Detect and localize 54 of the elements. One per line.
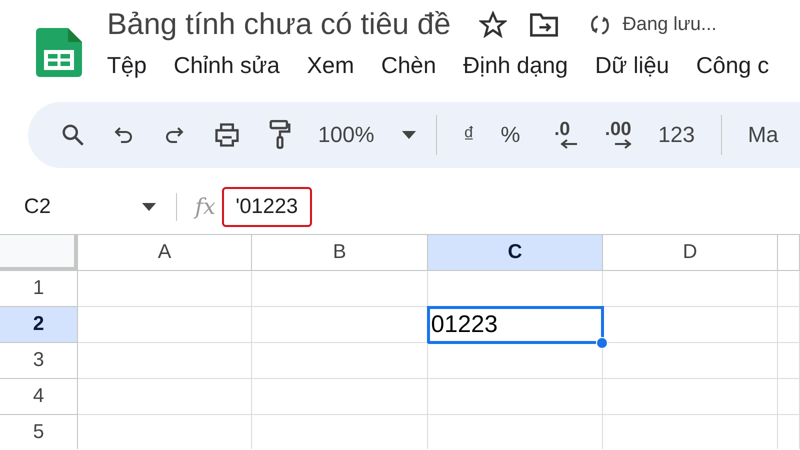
menu-item[interactable]: Định dạng (463, 52, 568, 79)
toolbar-button[interactable]: ₫ (463, 122, 475, 148)
row-header[interactable]: 3 (0, 343, 78, 379)
toolbar-button[interactable]: % (500, 122, 520, 148)
grid-cell[interactable] (603, 271, 778, 307)
grid-cell[interactable] (603, 379, 778, 415)
saving-status: Đang lưu... (622, 14, 717, 36)
grid-cell[interactable] (78, 343, 252, 379)
column-header[interactable]: D (603, 235, 778, 271)
grid-cell[interactable] (252, 343, 428, 379)
grid-cell[interactable] (78, 307, 252, 343)
zoom-dropdown[interactable]: 100% (318, 122, 416, 148)
menu-item[interactable]: Dữ liệu (594, 52, 670, 79)
function-label: fx (195, 194, 216, 220)
menu-item[interactable]: Chỉnh sửa (174, 52, 280, 79)
grid-cell[interactable] (778, 343, 800, 379)
right-arrow-icon (614, 139, 632, 149)
menu-item[interactable]: Xem (306, 52, 354, 79)
search-icon[interactable] (60, 122, 86, 148)
menu-item[interactable]: Tệp (107, 52, 147, 79)
caret-icon[interactable] (142, 203, 156, 211)
menu-item[interactable]: Công c (696, 52, 770, 79)
grid-cell[interactable] (778, 379, 800, 415)
left-arrow-icon (560, 139, 578, 149)
increase-decimal-button[interactable]: .00 (604, 121, 632, 149)
grid-cell[interactable] (603, 343, 778, 379)
sheets-logo-icon (36, 28, 82, 77)
fill-handle[interactable] (596, 337, 608, 349)
select-all-corner[interactable] (0, 235, 78, 271)
menu-item[interactable]: Chèn (381, 52, 436, 79)
grid-cell[interactable] (778, 271, 800, 307)
caret-icon (402, 131, 416, 139)
decrease-decimal-button[interactable]: .0 (546, 121, 578, 149)
formula-input[interactable]: '01223 (222, 187, 312, 227)
grid-cell[interactable] (252, 379, 428, 415)
row-header[interactable]: 2 (0, 307, 78, 343)
column-header[interactable]: C (428, 235, 603, 271)
name-box[interactable]: C2 (24, 195, 142, 219)
selected-cell[interactable]: 01223 (428, 307, 603, 343)
row-header[interactable]: 5 (0, 415, 78, 449)
toolbar-button[interactable]: 123 (658, 122, 695, 148)
toolbar-button[interactable]: Ma (748, 122, 778, 148)
column-header[interactable]: A (78, 235, 252, 271)
paint-roller-icon[interactable] (268, 120, 292, 150)
grid-cell[interactable] (78, 271, 252, 307)
grid-cell[interactable] (78, 379, 252, 415)
move-to-folder-icon[interactable] (528, 12, 559, 38)
document-title[interactable]: Bảng tính chưa có tiêu đề (107, 8, 451, 42)
column-header[interactable] (778, 235, 800, 271)
grid-cell[interactable] (428, 379, 603, 415)
star-icon[interactable] (478, 11, 507, 39)
grid-cell[interactable] (252, 271, 428, 307)
row-header[interactable]: 4 (0, 379, 78, 415)
grid-cell[interactable] (778, 307, 800, 343)
